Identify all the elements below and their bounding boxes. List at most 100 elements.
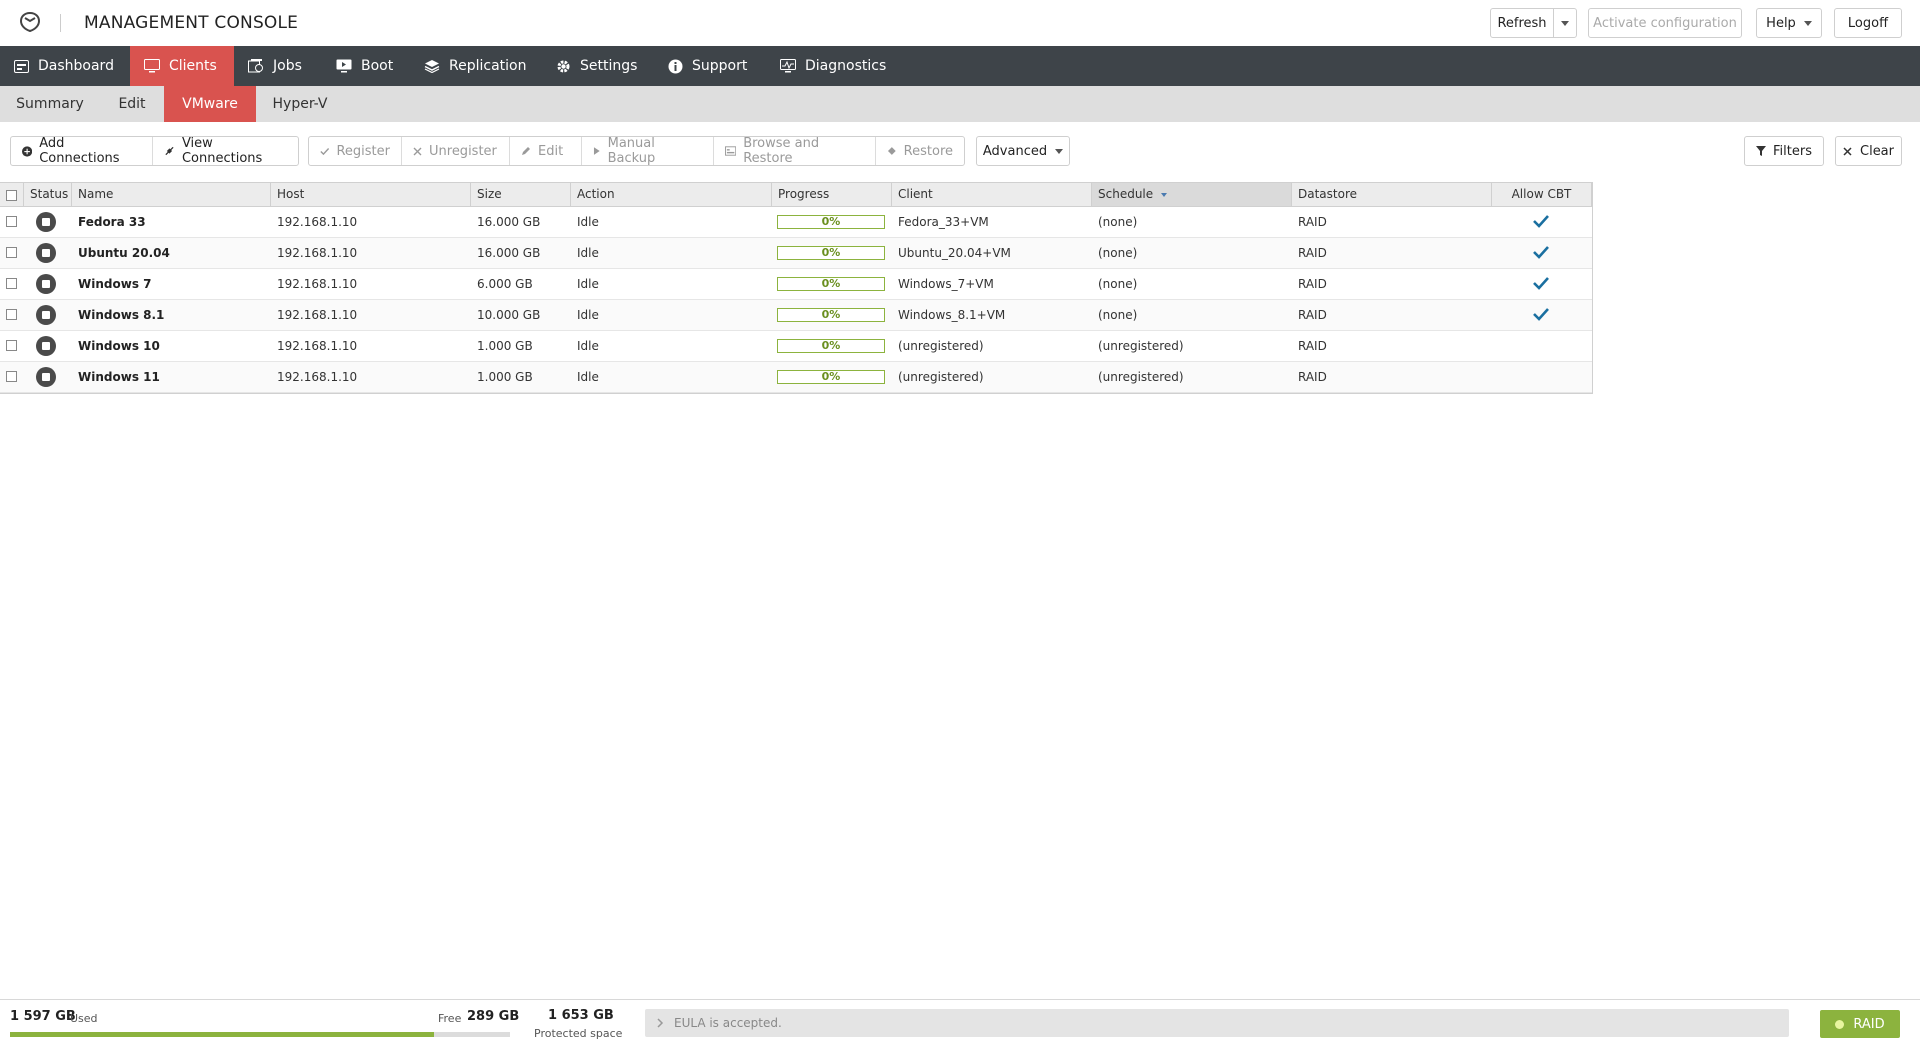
unregister-button[interactable]: Unregister	[401, 137, 509, 165]
table-row[interactable]: Windows 10 192.168.1.10 1.000 GB Idle (unreg…	[0, 331, 1592, 362]
vm-name: Windows 8.1	[78, 308, 165, 322]
advanced-dropdown-button[interactable]: Advanced	[976, 136, 1070, 166]
tab-summary[interactable]: Summary	[0, 86, 100, 122]
checkmark-icon	[1533, 215, 1549, 228]
vm-host: 192.168.1.10	[277, 215, 358, 229]
progress-bar: 0%	[777, 339, 885, 353]
column-header-host[interactable]: Host	[271, 183, 471, 206]
connections-button-group: Add Connections View Connections	[10, 136, 299, 166]
table-row[interactable]: Windows 8.1 192.168.1.10 10.000 GB Idle Wind…	[0, 300, 1592, 331]
nav-support[interactable]: Support	[668, 46, 758, 86]
column-header-name[interactable]: Name	[72, 183, 271, 206]
column-header-schedule[interactable]: Schedule	[1092, 183, 1292, 206]
table-row[interactable]: Ubuntu 20.04 192.168.1.10 16.000 GB Idle Ubu…	[0, 238, 1592, 269]
view-connections-button[interactable]: View Connections	[152, 136, 298, 166]
tab-vmware[interactable]: VMware	[164, 86, 256, 122]
refresh-label: Refresh	[1497, 15, 1547, 31]
checkmark-icon	[1533, 246, 1549, 259]
help-button[interactable]: Help	[1756, 8, 1822, 38]
storage-usage-fill	[10, 1032, 434, 1037]
manual-backup-label: Manual Backup	[607, 136, 656, 166]
edit-label: Edit	[538, 143, 564, 159]
raid-status-button[interactable]: RAID	[1820, 1010, 1900, 1038]
nav-diagnostics[interactable]: Diagnostics	[780, 46, 890, 86]
vm-size: 6.000 GB	[477, 277, 533, 291]
restore-button[interactable]: Restore	[875, 137, 964, 165]
manual-backup-button[interactable]: Manual Backup	[581, 136, 713, 166]
tab-hyper-v[interactable]: Hyper-V	[256, 86, 344, 122]
jobs-icon	[248, 59, 263, 73]
vm-size: 16.000 GB	[477, 215, 541, 229]
vm-size: 16.000 GB	[477, 246, 541, 260]
chevron-down-icon	[1803, 20, 1812, 26]
column-header-progress[interactable]: Progress	[772, 183, 892, 206]
register-button[interactable]: Register	[309, 137, 401, 165]
row-checkbox[interactable]	[6, 371, 17, 382]
tab-edit[interactable]: Edit	[100, 86, 164, 122]
logoff-label: Logoff	[1847, 15, 1889, 31]
progress-bar: 0%	[777, 370, 885, 384]
column-header-datastore[interactable]: Datastore	[1292, 183, 1492, 206]
nav-clients[interactable]: Clients	[130, 46, 234, 86]
nav-replication[interactable]: Replication	[424, 46, 534, 86]
row-checkbox[interactable]	[6, 278, 17, 289]
row-checkbox[interactable]	[6, 340, 17, 351]
column-header-allow-cbt[interactable]: Allow CBT	[1492, 183, 1592, 206]
column-header-size[interactable]: Size	[471, 183, 571, 206]
nav-label: Boot	[361, 58, 394, 74]
eula-status-bar[interactable]: EULA is accepted.	[645, 1009, 1789, 1037]
column-header-status[interactable]: Status	[24, 183, 72, 206]
edit-button[interactable]: Edit	[509, 137, 581, 165]
stopped-status-icon	[36, 336, 56, 356]
stopped-status-icon	[36, 243, 56, 263]
vm-host: 192.168.1.10	[277, 370, 358, 384]
activate-configuration-button[interactable]: Activate configuration	[1588, 8, 1742, 38]
vm-datastore: RAID	[1298, 339, 1327, 353]
unregister-label: Unregister	[429, 143, 497, 159]
tab-label: Hyper-V	[272, 96, 328, 112]
stopped-status-icon	[36, 367, 56, 387]
boot-icon	[336, 59, 352, 73]
add-connections-button[interactable]: Add Connections	[11, 136, 152, 166]
info-icon	[668, 59, 683, 73]
column-header-client[interactable]: Client	[892, 183, 1092, 206]
nav-jobs[interactable]: Jobs	[248, 46, 318, 86]
header-divider	[60, 14, 61, 32]
row-checkbox[interactable]	[6, 309, 17, 320]
clear-label: Clear	[1860, 143, 1894, 159]
logoff-button[interactable]: Logoff	[1834, 8, 1902, 38]
table-row[interactable]: Windows 7 192.168.1.10 6.000 GB Idle Windows…	[0, 269, 1592, 300]
clear-button[interactable]: Clear	[1835, 136, 1902, 166]
diagnostics-icon	[780, 59, 796, 73]
filters-button[interactable]: Filters	[1744, 136, 1824, 166]
vm-schedule: (unregistered)	[1098, 339, 1184, 353]
chevron-right-icon	[657, 1018, 664, 1028]
vm-schedule: (unregistered)	[1098, 370, 1184, 384]
protected-space-value: 1 653 GB	[548, 1008, 614, 1023]
select-all-checkbox[interactable]	[6, 190, 17, 201]
table-row[interactable]: Windows 11 192.168.1.10 1.000 GB Idle (unreg…	[0, 362, 1592, 393]
row-checkbox[interactable]	[6, 247, 17, 258]
refresh-dropdown-button[interactable]	[1553, 8, 1577, 38]
vm-schedule: (none)	[1098, 215, 1138, 229]
nav-dashboard[interactable]: Dashboard	[0, 46, 130, 86]
filters-label: Filters	[1773, 143, 1812, 159]
browse-and-restore-button[interactable]: Browse and Restore	[713, 136, 875, 166]
column-header-action[interactable]: Action	[571, 183, 772, 206]
row-checkbox[interactable]	[6, 216, 17, 227]
nav-settings[interactable]: Settings	[556, 46, 646, 86]
vm-datastore: RAID	[1298, 370, 1327, 384]
close-icon	[413, 147, 422, 155]
close-icon	[1843, 146, 1852, 156]
dashboard-icon	[14, 59, 29, 73]
table-row[interactable]: Fedora 33 192.168.1.10 16.000 GB Idle Fedora…	[0, 207, 1592, 238]
nav-boot[interactable]: Boot	[336, 46, 406, 86]
vm-datastore: RAID	[1298, 246, 1327, 260]
progress-bar: 0%	[777, 246, 885, 260]
table-body: Fedora 33 192.168.1.10 16.000 GB Idle Fedora…	[0, 207, 1592, 393]
status-footer: 1 597 GB Used Free 289 GB 1 653 GB Prote…	[0, 999, 1920, 1048]
vm-datastore: RAID	[1298, 277, 1327, 291]
monitor-icon	[144, 59, 160, 73]
refresh-button[interactable]: Refresh	[1490, 8, 1554, 38]
activate-label: Activate configuration	[1593, 15, 1737, 31]
